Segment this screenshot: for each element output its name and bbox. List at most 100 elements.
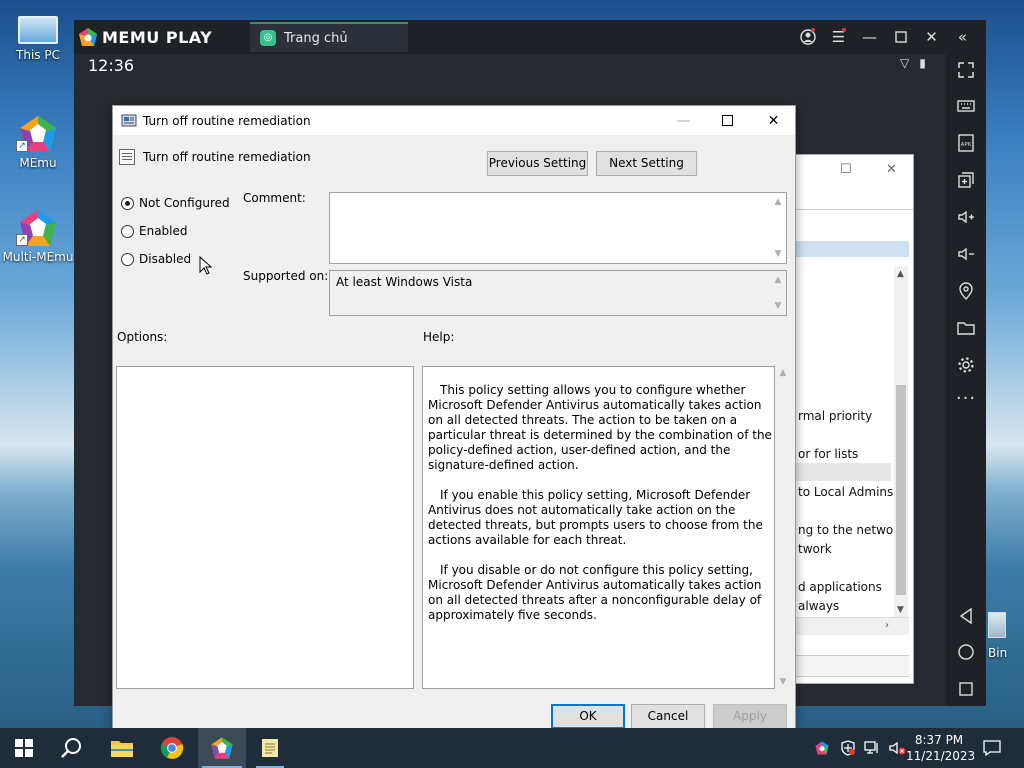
scroll-up-icon[interactable]: ▲ <box>776 368 790 378</box>
list-item[interactable]: rmal priority <box>798 409 872 423</box>
memu-logo: MEMU PLAY <box>78 27 212 47</box>
radio-label: Disabled <box>139 252 192 266</box>
list-item[interactable]: always <box>798 599 839 613</box>
bg-close-icon[interactable]: ✕ <box>886 162 897 177</box>
minimize-button[interactable]: — <box>854 26 885 48</box>
volume-up-button[interactable] <box>946 203 986 231</box>
dialog-maximize-button[interactable] <box>705 106 750 135</box>
scroll-down-icon[interactable]: ▼ <box>897 605 904 615</box>
settings-icon <box>958 357 974 373</box>
previous-setting-button[interactable]: Previous Setting <box>487 151 588 176</box>
scroll-up-icon[interactable]: ▲ <box>772 275 784 285</box>
more-icon: ··· <box>955 387 977 409</box>
start-button[interactable] <box>0 728 48 768</box>
scroll-down-icon[interactable]: ▼ <box>772 249 784 259</box>
scroll-down-icon[interactable]: ▼ <box>776 677 790 687</box>
next-setting-button[interactable]: Next Setting <box>596 151 697 176</box>
network-tray-icon[interactable] <box>864 740 882 756</box>
account-button[interactable] <box>792 26 823 48</box>
fullscreen-button[interactable] <box>946 56 986 84</box>
scroll-thumb[interactable] <box>896 385 906 595</box>
search-button[interactable] <box>48 728 96 768</box>
volume-muted-tray-icon[interactable] <box>888 740 906 756</box>
notification-icon <box>983 740 1001 757</box>
notifications-button[interactable] <box>968 728 1016 768</box>
apk-button[interactable]: APK <box>946 129 986 157</box>
comment-label: Comment: <box>243 191 306 205</box>
vertical-scrollbar[interactable]: ▲ ▼ <box>894 267 908 617</box>
settings-button[interactable] <box>946 351 986 379</box>
maximize-button[interactable] <box>885 26 916 48</box>
list-item[interactable]: d applications <box>798 580 882 594</box>
security-tray-icon[interactable] <box>840 740 856 756</box>
search-icon <box>61 738 81 758</box>
taskbar-clock[interactable]: 8:37 PM 11/21/2023 <box>906 732 975 764</box>
android-recents-button[interactable] <box>946 675 986 703</box>
cancel-button[interactable]: Cancel <box>631 704 705 729</box>
list-item[interactable]: or for lists <box>798 447 858 461</box>
supported-scrollbar[interactable]: ▲ ▼ <box>772 273 784 313</box>
bg-maximize-icon[interactable]: ☐ <box>840 162 852 177</box>
desktop-icon-multi-memu[interactable]: ↗ Multi-MEmu <box>2 206 74 264</box>
menu-button[interactable]: ☰ <box>823 26 854 48</box>
radio-circle[interactable] <box>121 224 134 238</box>
comment-textarea[interactable]: ▲ ▼ <box>329 192 787 264</box>
comment-scrollbar[interactable]: ▲ ▼ <box>772 195 784 261</box>
android-home-button[interactable] <box>946 638 986 666</box>
android-clock: 12:36 <box>88 56 135 75</box>
dialog-minimize-button[interactable]: — <box>661 106 706 135</box>
policy-editor-taskbar-button[interactable] <box>246 728 294 768</box>
multi-memu-icon: ↗ <box>16 206 60 246</box>
volume-down-button[interactable] <box>946 240 986 268</box>
shared-folder-button[interactable] <box>946 314 986 342</box>
horizontal-scrollbar[interactable]: › <box>796 617 909 635</box>
options-panel <box>116 366 414 689</box>
file-explorer-button[interactable] <box>98 728 146 768</box>
home-circle-icon <box>958 644 974 660</box>
memu-tray-icon[interactable] <box>814 740 830 756</box>
radio-disabled[interactable]: Disabled <box>121 252 191 266</box>
scroll-down-icon[interactable]: ▼ <box>772 301 784 311</box>
apply-button[interactable]: Apply <box>713 704 787 729</box>
policy-dialog: Turn off routine remediation — ✕ Turn of… <box>112 105 796 733</box>
ok-button[interactable]: OK <box>551 704 625 729</box>
location-button[interactable] <box>946 277 986 305</box>
scroll-up-icon[interactable]: ▲ <box>772 197 784 207</box>
dialog-close-button[interactable]: ✕ <box>751 106 796 135</box>
recents-icon <box>959 682 973 696</box>
keyboard-icon <box>957 100 975 112</box>
tab-home[interactable]: ◎ Trang chủ <box>250 22 408 52</box>
collapse-sidebar-button[interactable]: « <box>947 26 978 48</box>
close-button[interactable]: ✕ <box>916 26 947 48</box>
help-scrollbar[interactable]: ▲ ▼ <box>776 366 790 689</box>
close-icon: ✕ <box>767 112 780 129</box>
radio-circle[interactable] <box>121 196 134 210</box>
list-item[interactable]: ng to the netwo... <box>798 523 905 537</box>
list-item[interactable]: twork <box>798 542 832 556</box>
radio-enabled[interactable]: Enabled <box>121 224 188 238</box>
radio-circle[interactable] <box>121 252 134 266</box>
radio-not-configured[interactable]: Not Configured <box>121 196 230 210</box>
keyboard-button[interactable] <box>946 92 986 120</box>
more-button[interactable]: ··· <box>946 388 986 416</box>
desktop-icon-this-pc[interactable]: This PC <box>2 10 74 62</box>
hamburger-icon: ☰ <box>831 28 846 46</box>
scroll-right-icon[interactable]: › <box>885 620 889 631</box>
desktop-icon-memu[interactable]: ↗ MEmu <box>2 112 74 170</box>
scroll-up-icon[interactable]: ▲ <box>897 269 904 279</box>
supported-on-label: Supported on: <box>243 269 329 283</box>
multi-window-button[interactable] <box>946 166 986 194</box>
computer-icon <box>18 16 58 44</box>
close-icon: ✕ <box>925 28 938 46</box>
chrome-button[interactable] <box>148 728 196 768</box>
shortcut-arrow-icon: ↗ <box>16 140 28 152</box>
list-item[interactable]: to Local Admins. <box>798 485 897 499</box>
android-back-button[interactable] <box>946 602 986 630</box>
folder-icon <box>111 741 133 757</box>
memu-taskbar-button[interactable] <box>198 728 246 768</box>
help-text: This policy setting allows you to config… <box>428 383 773 638</box>
chrome-icon <box>160 737 184 759</box>
background-policy-window: ☐ ✕ rmal priority or for lists to Local … <box>795 154 914 684</box>
memu-titlebar: MEMU PLAY ◎ Trang chủ ☰ — ✕ « <box>74 20 986 54</box>
desktop-icon-recycle-bin[interactable]: Bin <box>984 612 1024 660</box>
